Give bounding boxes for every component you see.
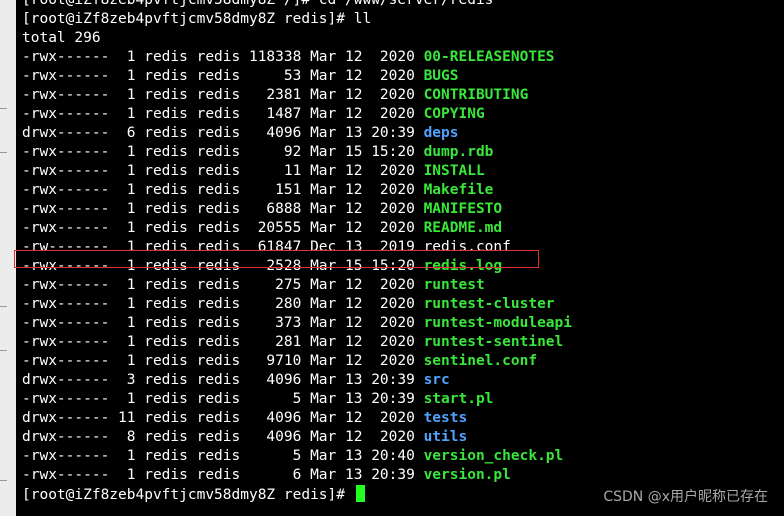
file-meta: drwx------ 11 redis redis 4096 Mar 12 20… (22, 410, 424, 426)
file-name: version_check.pl (423, 448, 564, 464)
file-name: runtest-sentinel (423, 334, 564, 350)
file-entry: -rwx------ 1 redis redis 6 Mar 13 20:39 … (22, 466, 784, 485)
file-name: redis.conf (423, 239, 511, 255)
file-meta: -rwx------ 1 redis redis 92 Mar 15 15:20 (22, 144, 424, 160)
file-entry: drwx------ 11 redis redis 4096 Mar 12 20… (22, 409, 784, 428)
file-meta: -rwx------ 1 redis redis 5 Mar 13 20:40 (22, 448, 424, 464)
file-entry: -rwx------ 1 redis redis 20555 Mar 12 20… (22, 219, 784, 238)
file-name: INSTALL (423, 163, 485, 179)
file-meta: -rwx------ 1 redis redis 6 Mar 13 20:39 (22, 467, 424, 483)
file-name: Makefile (423, 182, 494, 198)
file-entry: -rwx------ 1 redis redis 53 Mar 12 2020 … (22, 67, 784, 86)
file-entry: -rwx------ 1 redis redis 281 Mar 12 2020… (22, 333, 784, 352)
file-entry: -rwx------ 1 redis redis 151 Mar 12 2020… (22, 181, 784, 200)
file-meta: drwx------ 3 redis redis 4096 Mar 13 20:… (22, 372, 424, 388)
file-meta: -rwx------ 1 redis redis 2528 Mar 15 15:… (22, 258, 424, 274)
file-name: 00-RELEASENOTES (423, 49, 555, 65)
file-meta: -rwx------ 1 redis redis 281 Mar 12 2020 (22, 334, 424, 350)
file-entry: -rwx------ 1 redis redis 2528 Mar 15 15:… (22, 257, 784, 276)
file-meta: drwx------ 8 redis redis 4096 Mar 12 202… (22, 429, 424, 445)
file-name: version.pl (423, 467, 511, 483)
file-meta: -rwx------ 1 redis redis 20555 Mar 12 20… (22, 220, 424, 236)
file-name: COPYING (423, 106, 485, 122)
file-entry: -rwx------ 1 redis redis 9710 Mar 12 202… (22, 352, 784, 371)
file-entry: drwx------ 3 redis redis 4096 Mar 13 20:… (22, 371, 784, 390)
file-entry: -rwx------ 1 redis redis 373 Mar 12 2020… (22, 314, 784, 333)
file-meta: -rwx------ 1 redis redis 280 Mar 12 2020 (22, 296, 424, 312)
file-name: redis.log (423, 258, 503, 274)
prompt-line: [root@iZf8zeb4pvftjcmv58dmy8Z /]# cd /ww… (22, 0, 494, 8)
file-meta: -rw------- 1 redis redis 61847 Dec 13 20… (22, 239, 424, 255)
terminal-output[interactable]: [root@iZf8zeb4pvftjcmv58dmy8Z /]# cd /ww… (22, 0, 784, 504)
csdn-watermark: CSDN @x用户昵称已存在 (603, 489, 768, 505)
gutter-tick (0, 152, 7, 153)
file-name: runtest-moduleapi (423, 315, 572, 331)
file-entry: -rwx------ 1 redis redis 5 Mar 13 20:39 … (22, 390, 784, 409)
file-name: CONTRIBUTING (423, 87, 529, 103)
file-entry: -rwx------ 1 redis redis 92 Mar 15 15:20… (22, 143, 784, 162)
file-entry: -rwx------ 1 redis redis 275 Mar 12 2020… (22, 276, 784, 295)
file-meta: -rwx------ 1 redis redis 2381 Mar 12 202… (22, 87, 424, 103)
file-name: start.pl (423, 391, 494, 407)
directory-name: deps (423, 125, 459, 141)
file-entry: -rwx------ 1 redis redis 11 Mar 12 2020 … (22, 162, 784, 181)
gutter-tick (0, 306, 7, 307)
file-entry: drwx------ 8 redis redis 4096 Mar 12 202… (22, 428, 784, 447)
file-entry: -rwx------ 1 redis redis 2381 Mar 12 202… (22, 86, 784, 105)
directory-name: utils (423, 429, 468, 445)
prompt-line: [root@iZf8zeb4pvftjcmv58dmy8Z redis]# ll (22, 11, 372, 27)
file-name: runtest (423, 277, 485, 293)
file-name: README.md (423, 220, 503, 236)
file-entry: -rwx------ 1 redis redis 118338 Mar 12 2… (22, 48, 784, 67)
file-name: sentinel.conf (423, 353, 538, 369)
gutter-tick (0, 350, 7, 351)
file-name: MANIFESTO (423, 201, 503, 217)
file-name: dump.rdb (423, 144, 494, 160)
prompt-text: [root@iZf8zeb4pvftjcmv58dmy8Z redis]# (22, 487, 354, 503)
file-meta: -rwx------ 1 redis redis 118338 Mar 12 2… (22, 49, 424, 65)
file-entry: -rwx------ 1 redis redis 5 Mar 13 20:40 … (22, 447, 784, 466)
terminal-cursor[interactable] (355, 485, 365, 502)
file-meta: -rwx------ 1 redis redis 151 Mar 12 2020 (22, 182, 424, 198)
file-name: runtest-cluster (423, 296, 555, 312)
file-meta: -rwx------ 1 redis redis 11 Mar 12 2020 (22, 163, 424, 179)
file-meta: -rwx------ 1 redis redis 53 Mar 12 2020 (22, 68, 424, 84)
output-line: total 296 (22, 30, 101, 46)
file-entry-highlighted: -rw------- 1 redis redis 61847 Dec 13 20… (22, 238, 784, 257)
gutter-tick (0, 108, 7, 109)
directory-name: tests (423, 410, 468, 426)
file-meta: -rwx------ 1 redis redis 9710 Mar 12 202… (22, 353, 424, 369)
directory-name: src (423, 372, 450, 388)
file-meta: -rwx------ 1 redis redis 275 Mar 12 2020 (22, 277, 424, 293)
file-entry: -rwx------ 1 redis redis 1487 Mar 12 202… (22, 105, 784, 124)
file-entry: -rwx------ 1 redis redis 6888 Mar 12 202… (22, 200, 784, 219)
file-meta: -rwx------ 1 redis redis 5 Mar 13 20:39 (22, 391, 424, 407)
file-meta: -rwx------ 1 redis redis 1487 Mar 12 202… (22, 106, 424, 122)
window-left-edge (0, 0, 16, 516)
file-entry: -rwx------ 1 redis redis 280 Mar 12 2020… (22, 295, 784, 314)
file-name: BUGS (423, 68, 459, 84)
gutter-tick (0, 480, 7, 481)
file-meta: drwx------ 6 redis redis 4096 Mar 13 20:… (22, 125, 424, 141)
file-entry: drwx------ 6 redis redis 4096 Mar 13 20:… (22, 124, 784, 143)
file-meta: -rwx------ 1 redis redis 373 Mar 12 2020 (22, 315, 424, 331)
file-meta: -rwx------ 1 redis redis 6888 Mar 12 202… (22, 201, 424, 217)
